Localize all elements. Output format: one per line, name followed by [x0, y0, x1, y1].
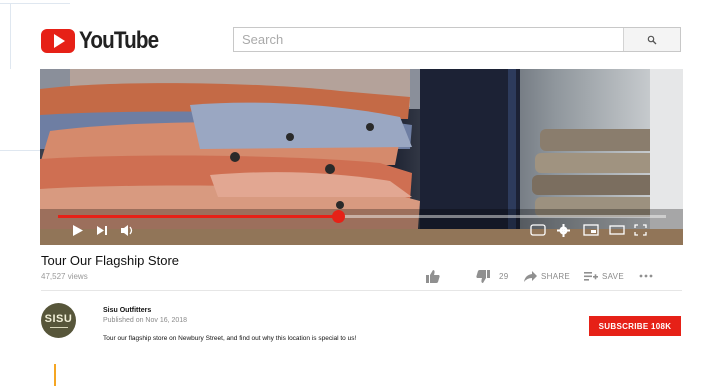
play-icon[interactable] [72, 224, 84, 237]
next-icon[interactable] [96, 224, 108, 237]
search-box [233, 27, 681, 52]
channel-name[interactable]: Sisu Outfitters [103, 307, 151, 314]
more-actions-button[interactable] [639, 267, 653, 285]
logo-text: YouTube [79, 27, 159, 54]
share-label: SHARE [541, 271, 571, 281]
save-button[interactable]: SAVE [584, 267, 624, 285]
publish-date: Published on Nov 16, 2018 [103, 317, 188, 324]
share-icon [524, 270, 537, 282]
masthead: YouTube [0, 0, 727, 70]
player-controls [40, 221, 683, 243]
avatar-underline [49, 326, 68, 328]
add-to-playlist-icon [584, 271, 598, 281]
thumbs-down-icon [476, 269, 490, 283]
like-button[interactable] [426, 267, 440, 285]
search-button[interactable] [623, 28, 680, 51]
youtube-logo[interactable]: YouTube [41, 27, 171, 55]
video-player[interactable] [40, 69, 683, 245]
channel-avatar[interactable]: SISU [41, 303, 76, 338]
video-frame [40, 69, 683, 245]
captions-icon[interactable] [530, 224, 546, 236]
settings-icon[interactable] [557, 224, 570, 237]
video-description: Tour our flagship store on Newbury Stree… [103, 335, 357, 342]
view-count: 47,527 views [41, 272, 88, 281]
volume-icon[interactable] [120, 224, 134, 237]
progress-bar[interactable] [58, 210, 666, 223]
progress-played [58, 215, 338, 218]
miniplayer-icon[interactable] [583, 224, 599, 236]
fullscreen-icon[interactable] [634, 224, 647, 236]
divider [41, 290, 682, 291]
search-icon [647, 35, 657, 44]
subscribe-button[interactable]: SUBSCRIBE 108K [589, 316, 681, 336]
avatar-text: SISU [44, 312, 73, 325]
share-button[interactable]: SHARE [524, 267, 570, 285]
more-horizontal-icon [639, 274, 653, 278]
play-logo-icon [41, 29, 75, 53]
thumbs-up-icon [426, 269, 440, 283]
video-title: Tour Our Flagship Store [41, 253, 180, 268]
accent-marker [54, 364, 56, 386]
page-edge-mid [0, 150, 40, 151]
theater-icon[interactable] [609, 224, 625, 236]
save-label: SAVE [602, 271, 624, 281]
dislike-count: 29 [499, 271, 509, 281]
dislike-button[interactable]: 29 [476, 267, 509, 285]
search-input[interactable] [234, 28, 623, 51]
